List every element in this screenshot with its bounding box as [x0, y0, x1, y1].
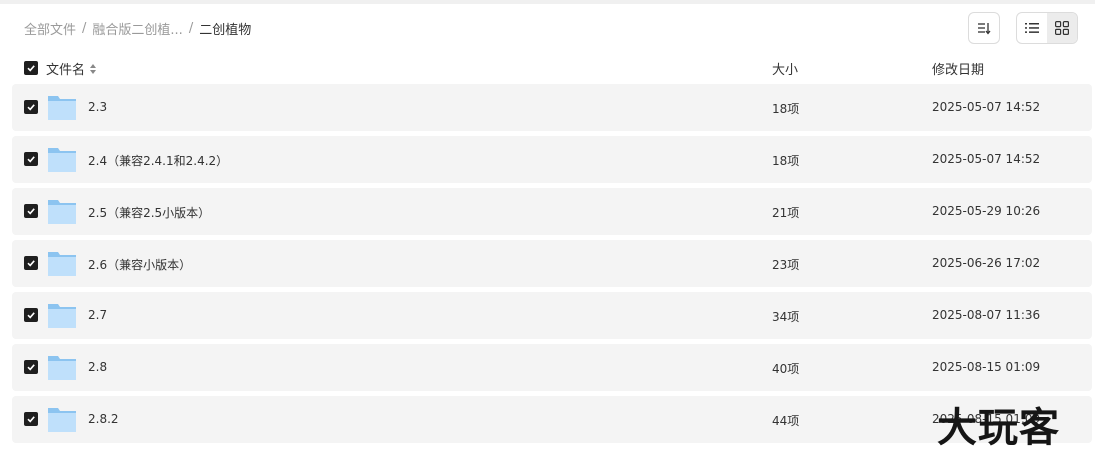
file-name[interactable]: 2.6（兼容小版本） — [88, 256, 191, 273]
column-header-modified[interactable]: 修改日期 — [932, 59, 984, 78]
grid-view-icon — [1055, 21, 1069, 35]
file-row[interactable]: 2.3 18项 2025-05-07 14:52 — [12, 84, 1092, 131]
file-modified: 2025-06-26 17:02 — [932, 256, 1041, 270]
file-row[interactable]: 2.8 40项 2025-08-15 01:09 — [12, 344, 1092, 391]
row-checkbox[interactable] — [24, 256, 38, 270]
file-row[interactable]: 2.8.2 44项 2025-08-15 01:09 — [12, 396, 1092, 443]
row-checkbox[interactable] — [24, 412, 38, 426]
sort-arrows-icon — [90, 63, 97, 74]
sort-icon — [978, 23, 991, 35]
file-size: 23项 — [772, 258, 800, 272]
folder-icon — [48, 148, 76, 172]
column-header-size[interactable]: 大小 — [772, 59, 798, 78]
check-icon — [27, 312, 35, 319]
row-checkbox[interactable] — [24, 152, 38, 166]
list-view-icon — [1025, 23, 1039, 33]
view-toggle — [1016, 12, 1078, 44]
file-table-header: 文件名 大小 修改日期 — [0, 56, 1095, 80]
top-divider — [0, 0, 1095, 4]
file-size: 44项 — [772, 414, 800, 428]
file-size: 21项 — [772, 206, 800, 220]
watermark-logo: 大玩客 — [937, 405, 1060, 451]
file-size: 18项 — [772, 154, 800, 168]
file-row[interactable]: 2.4（兼容2.4.1和2.4.2） 18项 2025-05-07 14:52 — [12, 136, 1092, 183]
file-size: 34项 — [772, 310, 800, 324]
column-header-name[interactable]: 文件名 — [46, 59, 97, 78]
check-icon — [27, 208, 35, 215]
sort-button[interactable] — [968, 12, 1000, 44]
file-modified: 2025-05-29 10:26 — [932, 204, 1041, 218]
breadcrumb-item-parent[interactable]: 融合版二创植... — [92, 19, 182, 38]
row-checkbox[interactable] — [24, 204, 38, 218]
file-modified: 2025-08-15 01:09 — [932, 360, 1041, 374]
file-row[interactable]: 2.6（兼容小版本） 23项 2025-06-26 17:02 — [12, 240, 1092, 287]
file-name[interactable]: 2.7 — [88, 308, 107, 322]
row-checkbox[interactable] — [24, 308, 38, 322]
column-header-name-label: 文件名 — [46, 63, 86, 78]
folder-icon — [48, 200, 76, 224]
check-icon — [27, 260, 35, 267]
folder-icon — [48, 356, 76, 380]
file-name[interactable]: 2.5（兼容2.5小版本） — [88, 204, 210, 221]
breadcrumb: 全部文件 / 融合版二创植... / 二创植物 — [24, 18, 251, 38]
check-icon — [27, 65, 35, 72]
row-checkbox[interactable] — [24, 360, 38, 374]
list-view-button[interactable] — [1017, 13, 1047, 43]
file-size: 18项 — [772, 102, 800, 116]
file-size: 40项 — [772, 362, 800, 376]
file-name[interactable]: 2.8 — [88, 360, 107, 374]
file-list: 2.3 18项 2025-05-07 14:52 2.4（兼容2.4.1和2.4… — [12, 84, 1092, 448]
breadcrumb-item-current: 二创植物 — [199, 22, 252, 38]
check-icon — [27, 104, 35, 111]
select-all-checkbox[interactable] — [24, 61, 38, 75]
file-name[interactable]: 2.3 — [88, 100, 107, 114]
folder-icon — [48, 304, 76, 328]
check-icon — [27, 364, 35, 371]
check-icon — [27, 156, 35, 163]
folder-icon — [48, 408, 76, 432]
folder-icon — [48, 252, 76, 276]
breadcrumb-item-root[interactable]: 全部文件 — [24, 19, 76, 38]
file-row[interactable]: 2.7 34项 2025-08-07 11:36 — [12, 292, 1092, 339]
row-checkbox[interactable] — [24, 100, 38, 114]
file-modified: 2025-08-07 11:36 — [932, 308, 1041, 322]
file-name[interactable]: 2.4（兼容2.4.1和2.4.2） — [88, 152, 228, 169]
file-row[interactable]: 2.5（兼容2.5小版本） 21项 2025-05-29 10:26 — [12, 188, 1092, 235]
check-icon — [27, 416, 35, 423]
breadcrumb-separator: / — [188, 20, 194, 36]
folder-icon — [48, 96, 76, 120]
file-modified: 2025-05-07 14:52 — [932, 152, 1041, 166]
grid-view-button[interactable] — [1047, 13, 1077, 43]
file-modified: 2025-05-07 14:52 — [932, 100, 1041, 114]
file-name[interactable]: 2.8.2 — [88, 412, 119, 426]
breadcrumb-separator: / — [82, 20, 87, 36]
